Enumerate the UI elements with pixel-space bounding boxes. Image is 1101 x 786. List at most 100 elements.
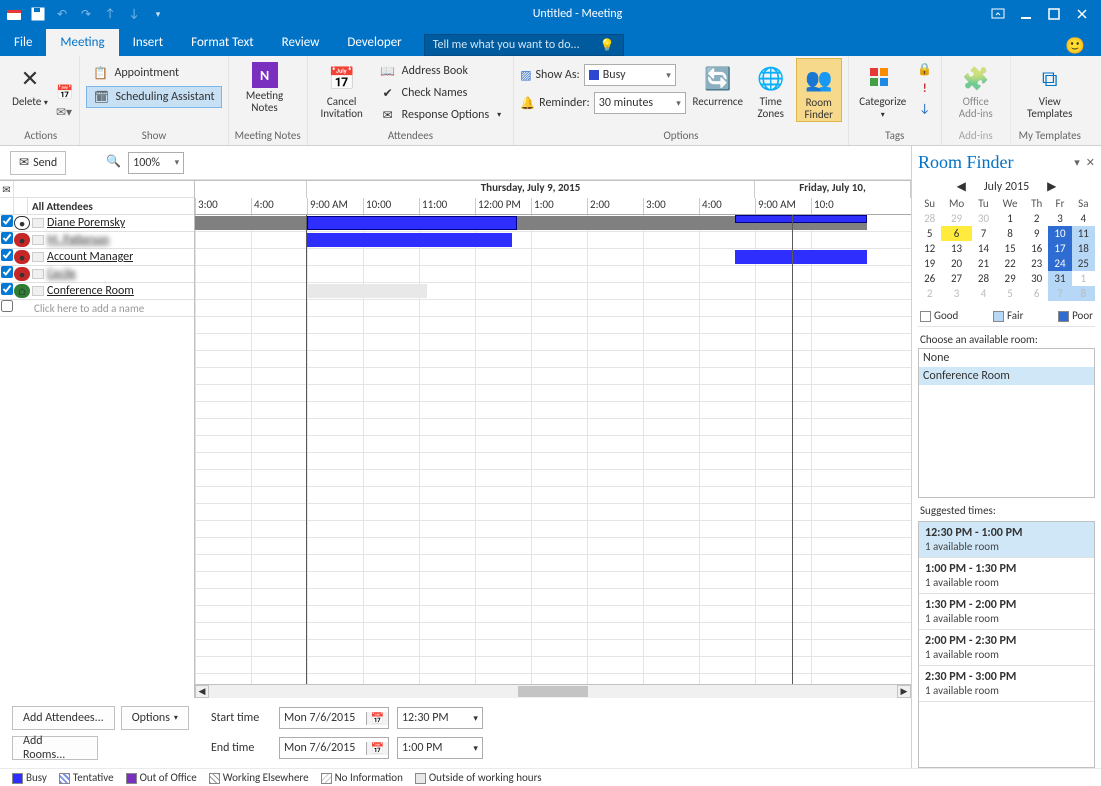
private-icon[interactable]: 🔒: [915, 62, 935, 80]
calendar-day[interactable]: 10: [1048, 226, 1071, 241]
calendar-day[interactable]: 4: [1072, 211, 1095, 226]
save-icon[interactable]: [28, 4, 48, 24]
importance-high-icon[interactable]: !: [915, 82, 935, 100]
calendar-day[interactable]: 7: [972, 226, 995, 241]
calendar-day[interactable]: 6: [1025, 286, 1048, 301]
time-zones-button[interactable]: 🌐Time Zones: [750, 58, 792, 120]
add-attendee-checkbox[interactable]: [1, 300, 13, 312]
redo-icon[interactable]: ↷: [76, 4, 96, 24]
calendar-day[interactable]: 8: [1072, 286, 1095, 301]
room-list[interactable]: NoneConference Room: [918, 348, 1095, 498]
maximize-icon[interactable]: [1043, 3, 1065, 25]
calendar-day[interactable]: 30: [972, 211, 995, 226]
calendar-day[interactable]: 30: [1025, 271, 1048, 286]
attendee-row[interactable]: ● Cecile: [0, 266, 194, 283]
tab-insert[interactable]: Insert: [119, 29, 178, 56]
categorize-button[interactable]: Categorize▾: [855, 58, 911, 120]
start-date-input[interactable]: Mon 7/6/2015📅: [279, 707, 389, 729]
calendar-day[interactable]: 17: [1048, 241, 1071, 256]
calendar-day[interactable]: 12: [918, 241, 941, 256]
suggested-time[interactable]: 1:30 PM - 2:00 PM1 available room: [919, 594, 1094, 630]
calendar-day[interactable]: 3: [1048, 211, 1071, 226]
response-options-button[interactable]: ✉Response Options▾: [374, 104, 508, 126]
prev-icon[interactable]: ↑: [100, 4, 120, 24]
rf-close-icon[interactable]: ✕: [1086, 156, 1095, 169]
calendar-day[interactable]: 8: [995, 226, 1025, 241]
tell-me-search[interactable]: Tell me what you want to do...💡: [424, 34, 624, 56]
suggested-time[interactable]: 1:00 PM - 1:30 PM1 available room: [919, 558, 1094, 594]
calendar-day[interactable]: 13: [941, 241, 972, 256]
calendar-picker-icon[interactable]: 📅: [366, 742, 388, 755]
attendee-checkbox[interactable]: [1, 215, 13, 227]
calendar-day[interactable]: 3: [941, 286, 972, 301]
tab-review[interactable]: Review: [268, 29, 334, 56]
calendar-day[interactable]: 14: [972, 241, 995, 256]
calendar-day[interactable]: 21: [972, 256, 995, 271]
calendar-day[interactable]: 1: [995, 211, 1025, 226]
suggested-time[interactable]: 2:30 PM - 3:00 PM1 available room: [919, 666, 1094, 702]
tab-format-text[interactable]: Format Text: [177, 29, 267, 56]
importance-low-icon[interactable]: ↓: [915, 102, 935, 120]
calendar-day[interactable]: 7: [1048, 286, 1071, 301]
reminder-combo[interactable]: 30 minutes▾: [594, 92, 686, 114]
calendar-day[interactable]: 5: [995, 286, 1025, 301]
calendar-day[interactable]: 18: [1072, 241, 1095, 256]
calendar-day[interactable]: 4: [972, 286, 995, 301]
scroll-right-icon[interactable]: ▶: [897, 685, 911, 698]
showas-combo[interactable]: Busy▾: [584, 64, 676, 86]
calendar-day[interactable]: 2: [918, 286, 941, 301]
close-icon[interactable]: [1071, 3, 1093, 25]
room-finder-button[interactable]: 👥Room Finder: [796, 58, 842, 122]
calendar-day[interactable]: 1: [1072, 271, 1095, 286]
address-book-button[interactable]: 📖Address Book: [374, 60, 474, 82]
attendee-checkbox[interactable]: [1, 266, 13, 278]
calendar-day[interactable]: 5: [918, 226, 941, 241]
add-attendees-button[interactable]: Add Attendees...: [12, 706, 115, 730]
calendar-icon[interactable]: 📅: [56, 84, 73, 101]
add-attendee-row[interactable]: Click here to add a name: [0, 300, 194, 317]
tab-developer[interactable]: Developer: [333, 29, 415, 56]
scheduling-assistant-button[interactable]: 🗓Scheduling Assistant: [86, 86, 221, 108]
end-date-input[interactable]: Mon 7/6/2015📅: [279, 737, 389, 759]
undo-icon[interactable]: ↶: [52, 4, 72, 24]
calendar-day[interactable]: 24: [1048, 256, 1071, 271]
calendar-day[interactable]: 29: [995, 271, 1025, 286]
meeting-start-line[interactable]: [306, 215, 307, 684]
calendar-picker-icon[interactable]: 📅: [366, 712, 388, 725]
suggested-times-list[interactable]: 12:30 PM - 1:00 PM1 available room1:00 P…: [918, 521, 1095, 768]
view-templates-button[interactable]: ⧉View Templates: [1017, 58, 1083, 120]
calendar-day[interactable]: 6: [941, 226, 972, 241]
zoom-combo[interactable]: 100%▾: [128, 152, 184, 174]
scroll-left-icon[interactable]: ◀: [195, 685, 209, 698]
zoom-icon[interactable]: 🔍: [106, 154, 124, 172]
attendee-checkbox[interactable]: [1, 283, 13, 295]
calendar-day[interactable]: 25: [1072, 256, 1095, 271]
options-button[interactable]: Options▾: [121, 706, 189, 730]
ribbon-options-icon[interactable]: [987, 3, 1009, 25]
rf-dropdown-icon[interactable]: ▾: [1074, 156, 1080, 169]
delete-button[interactable]: ✕ Delete ▾: [8, 58, 52, 108]
calendar-day[interactable]: 15: [995, 241, 1025, 256]
attendee-checkbox[interactable]: [1, 232, 13, 244]
calendar-day[interactable]: 31: [1048, 271, 1071, 286]
calendar-day[interactable]: 11: [1072, 226, 1095, 241]
room-item[interactable]: None: [919, 349, 1094, 367]
end-time-input[interactable]: 1:00 PM▾: [397, 737, 483, 759]
attendee-row[interactable]: ● Account Manager: [0, 249, 194, 266]
attendee-corner-icon[interactable]: ✉: [0, 181, 14, 197]
app-icon[interactable]: [4, 4, 24, 24]
room-item[interactable]: Conference Room: [919, 367, 1094, 385]
suggested-time[interactable]: 12:30 PM - 1:00 PM1 available room: [919, 522, 1094, 558]
meeting-notes-button[interactable]: N Meeting Notes: [235, 58, 295, 114]
calendar-day[interactable]: 16: [1025, 241, 1048, 256]
prev-month-icon[interactable]: ◀: [957, 179, 966, 194]
start-time-input[interactable]: 12:30 PM▾: [397, 707, 483, 729]
check-names-button[interactable]: ✔Check Names: [374, 82, 474, 104]
calendar-day[interactable]: 19: [918, 256, 941, 271]
calendar-day[interactable]: 27: [941, 271, 972, 286]
meeting-end-line[interactable]: [792, 215, 793, 684]
attendee-row[interactable]: ● M. Patterson: [0, 232, 194, 249]
calendar-day[interactable]: 28: [972, 271, 995, 286]
appointment-button[interactable]: 📋Appointment: [86, 62, 185, 84]
send-button[interactable]: ✉Send: [10, 151, 66, 175]
